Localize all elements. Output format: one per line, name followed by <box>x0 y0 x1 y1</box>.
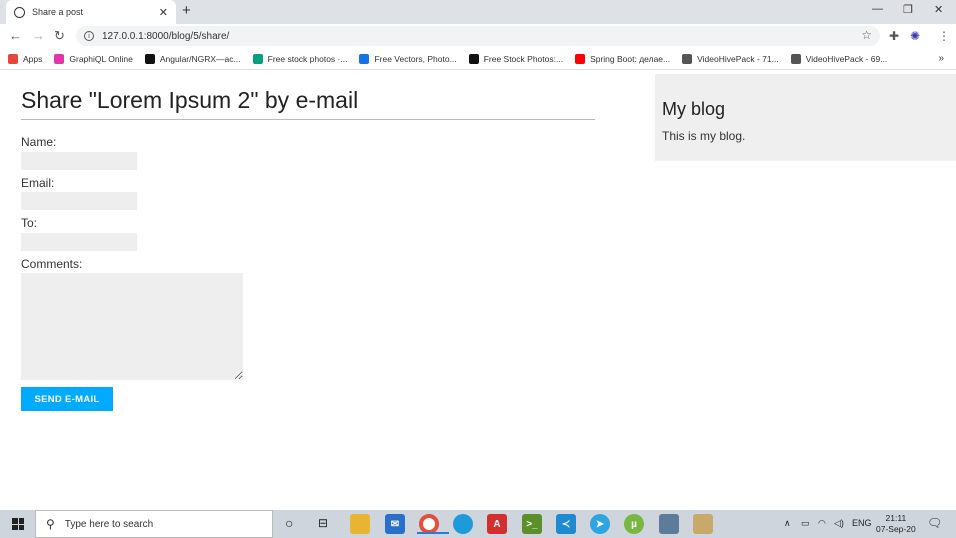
battery-icon[interactable]: ▭ <box>801 518 810 529</box>
send-email-button[interactable]: SEND E-MAIL <box>21 387 113 411</box>
extensions-puzzle-icon[interactable]: ✚ <box>889 29 899 43</box>
bookmark-item[interactable]: Free Vectors, Photo... <box>359 53 457 64</box>
tray-chevron-up-icon[interactable]: ∧ <box>784 518 791 529</box>
bookmark-label: Free stock photos ·... <box>267 53 348 64</box>
taskbar-search-input[interactable]: ⚲ Type here to search <box>35 510 273 538</box>
bookmark-label: Free Stock Photos:... <box>483 53 564 64</box>
edge-icon[interactable] <box>453 514 473 534</box>
bookmark-label: VideoHivePack - 69... <box>805 53 888 64</box>
browser-tab-active[interactable]: Share a post ✕ <box>6 0 176 24</box>
paint-icon[interactable] <box>693 514 713 534</box>
bookmark-label: Angular/NGRX—ас... <box>159 53 241 64</box>
telegram-icon[interactable]: ➤ <box>590 514 610 534</box>
bookmark-label: Spring Boot: делае... <box>590 53 671 64</box>
pexels-icon <box>252 53 263 64</box>
language-indicator[interactable]: ENG <box>852 518 872 528</box>
title-divider <box>21 119 595 120</box>
bookmarks-bar: Apps GraphiQL Online Angular/NGRX—ас... Fre… <box>0 48 956 70</box>
bookmark-item[interactable]: Free stock photos ·... <box>252 53 348 64</box>
medium-icon <box>144 53 155 64</box>
bookmark-item[interactable]: Free Stock Photos:... <box>468 53 564 64</box>
terminal-icon[interactable]: >_ <box>522 514 542 534</box>
forward-arrow-icon[interactable]: → <box>32 28 45 43</box>
bookmark-label: Free Vectors, Photo... <box>374 53 457 64</box>
tab-title: Share a post <box>32 7 84 17</box>
task-view-icon[interactable]: ⊟ <box>318 516 328 530</box>
clock-time: 21:11 <box>885 513 907 523</box>
volume-icon[interactable]: ◁) <box>834 518 844 529</box>
window-close-button[interactable]: ✕ <box>934 3 943 16</box>
comments-textarea[interactable] <box>21 273 243 380</box>
bookmark-item[interactable]: VideoHivePack - 69... <box>790 53 888 64</box>
name-input[interactable] <box>21 152 137 170</box>
bookmark-item[interactable]: VideoHivePack - 71... <box>682 53 779 64</box>
bookmark-label: GraphiQL Online <box>69 53 133 64</box>
url-text: 127.0.0.1:8000/blog/5/share/ <box>102 30 230 42</box>
cortana-icon[interactable]: ○ <box>285 515 293 531</box>
youtube-icon <box>575 53 586 64</box>
graphql-icon <box>54 53 65 64</box>
wifi-icon[interactable]: ◠ <box>818 518 826 529</box>
search-icon: ⚲ <box>46 517 55 531</box>
bookmark-label: VideoHivePack - 71... <box>697 53 779 64</box>
bookmark-label: Apps <box>23 53 43 64</box>
restore-button[interactable]: ❐ <box>903 3 913 16</box>
bookmark-item[interactable]: Apps <box>8 53 43 64</box>
menu-kebab-icon[interactable]: ⋮ <box>938 29 950 43</box>
bookmark-star-icon[interactable]: ☆ <box>861 28 872 42</box>
videohive-icon <box>682 53 693 64</box>
tab-close-button[interactable]: ✕ <box>159 6 168 19</box>
chrome-icon[interactable] <box>417 514 449 534</box>
taskbar-search-placeholder: Type here to search <box>64 518 154 530</box>
bookmarks-overflow-button[interactable]: » <box>938 53 944 64</box>
acrobat-icon[interactable]: A <box>487 514 507 534</box>
to-label: To: <box>21 216 38 230</box>
site-info-icon[interactable]: i <box>84 31 94 41</box>
notifications-icon[interactable]: 🗨 <box>927 516 942 530</box>
apps-icon <box>8 53 18 64</box>
email-label: Email: <box>21 176 55 190</box>
email-input[interactable] <box>21 192 137 210</box>
back-arrow-icon[interactable]: ← <box>9 28 22 43</box>
taskbar-clock[interactable]: 21:11 07-Sep-20 <box>876 513 916 535</box>
sidebar-title: My blog <box>662 99 726 119</box>
comments-label: Comments: <box>21 257 83 271</box>
freepik-icon <box>359 53 370 64</box>
clock-date: 07-Sep-20 <box>876 524 916 534</box>
utorrent-icon[interactable]: µ <box>624 514 644 534</box>
bookmark-item[interactable]: Angular/NGRX—ас... <box>144 53 241 64</box>
globe-icon <box>14 6 25 18</box>
new-tab-button[interactable]: + <box>182 2 191 19</box>
videohive-icon <box>790 53 801 64</box>
bookmark-item[interactable]: Spring Boot: делае... <box>575 53 671 64</box>
profile-avatar-icon[interactable]: ✺ <box>910 29 920 43</box>
file-explorer-icon[interactable] <box>350 514 370 534</box>
bookmark-item[interactable]: GraphiQL Online <box>54 53 133 64</box>
sidebar: My blog This is my blog. <box>655 74 956 161</box>
address-bar[interactable]: i 127.0.0.1:8000/blog/5/share/ ☆ <box>76 26 880 46</box>
minimize-button[interactable]: — <box>872 3 883 15</box>
page-title: Share "Lorem Ipsum 2" by e-mail <box>21 87 359 113</box>
mail-icon[interactable]: ✉ <box>385 514 405 534</box>
name-label: Name: <box>21 135 57 149</box>
browser-toolbar: ← → ↻ i 127.0.0.1:8000/blog/5/share/ ☆ ✚… <box>0 24 956 48</box>
page-content: Share "Lorem Ipsum 2" by e-mail Name: Em… <box>0 71 956 510</box>
tab-strip: Share a post ✕ + — ❐ ✕ <box>0 0 956 24</box>
sidebar-text: This is my blog. <box>662 129 746 143</box>
to-input[interactable] <box>21 233 137 251</box>
taskbar: ⚲ Type here to search ○ ⊟ ✉ A >_ ≺ ➤ µ ∧… <box>0 510 956 538</box>
burst-icon <box>468 53 479 64</box>
windows-start-icon[interactable] <box>12 518 24 530</box>
reload-icon[interactable]: ↻ <box>54 28 65 44</box>
app-window-icon[interactable] <box>659 514 679 534</box>
vscode-icon[interactable]: ≺ <box>556 514 576 534</box>
